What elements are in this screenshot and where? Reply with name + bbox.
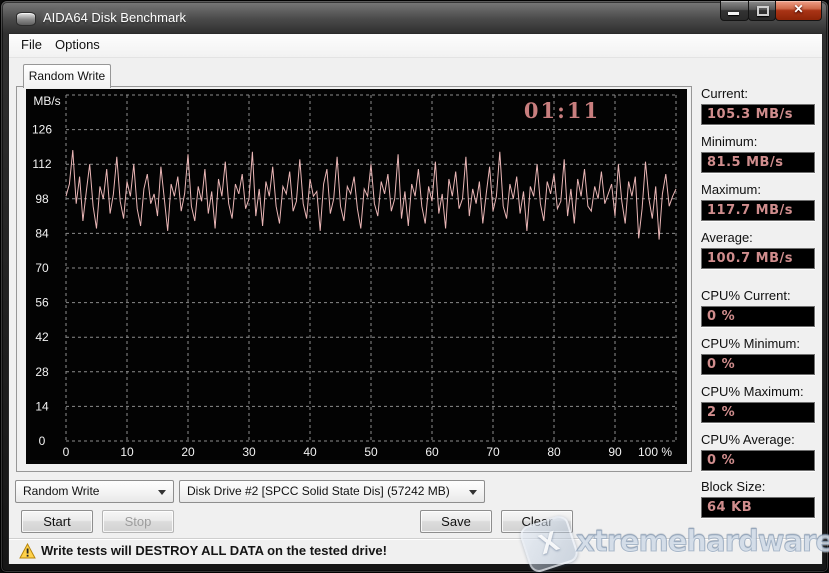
chevron-down-icon — [158, 490, 166, 495]
warning-icon — [19, 543, 36, 559]
svg-text:126: 126 — [32, 123, 52, 137]
stat-group: Minimum: 81.5 MB/s — [701, 134, 822, 173]
stat-value: 0 % — [701, 450, 815, 471]
stat-group: CPU% Maximum: 2 % — [701, 384, 822, 423]
menu-bar: File Options — [9, 34, 822, 58]
tab-random-write[interactable]: Random Write — [23, 64, 111, 88]
svg-text:90: 90 — [608, 445, 622, 459]
stat-value: 81.5 MB/s — [701, 152, 815, 173]
close-button[interactable]: ✕ — [775, 1, 822, 21]
stat-label: Current: — [701, 86, 822, 101]
svg-text:60: 60 — [425, 445, 439, 459]
svg-text:40: 40 — [303, 445, 317, 459]
close-icon: ✕ — [776, 2, 821, 16]
svg-text:0: 0 — [63, 445, 70, 459]
client-area: File Options Random Write 0 14 28 42 56 70 84 9… — [9, 34, 822, 563]
start-button[interactable]: Start — [21, 510, 93, 533]
minimize-button[interactable] — [720, 1, 749, 21]
benchmark-chart: 0 14 28 42 56 70 84 98 112 126 MB/s 0 10 20 30 40 50 60 70… — [26, 89, 687, 464]
status-bar: Write tests will DESTROY ALL DATA on the… — [9, 538, 822, 564]
stat-label: Maximum: — [701, 182, 822, 197]
minimize-icon — [728, 12, 739, 15]
drive-select[interactable]: Disk Drive #2 [SPCC Solid State Dis] (57… — [179, 480, 485, 503]
test-type-select[interactable]: Random Write — [15, 480, 174, 503]
svg-text:0: 0 — [39, 434, 46, 448]
save-button[interactable]: Save — [420, 510, 492, 533]
disk-icon — [16, 12, 36, 26]
menu-file[interactable]: File — [13, 34, 50, 56]
maximize-icon — [757, 6, 769, 16]
titlebar: AIDA64 Disk Benchmark ✕ — [1, 1, 828, 34]
stat-group: Current: 105.3 MB/s — [701, 86, 822, 125]
stat-label: Minimum: — [701, 134, 822, 149]
svg-text:50: 50 — [364, 445, 378, 459]
maximize-button[interactable] — [748, 1, 776, 21]
svg-text:MB/s: MB/s — [33, 94, 60, 108]
chart-svg: 0 14 28 42 56 70 84 98 112 126 MB/s 0 10 20 30 40 50 60 70… — [26, 89, 687, 464]
svg-text:100 %: 100 % — [638, 445, 672, 459]
stat-group: Average: 100.7 MB/s — [701, 230, 822, 269]
svg-text:70: 70 — [35, 261, 49, 275]
stat-value: 105.3 MB/s — [701, 104, 815, 125]
svg-text:30: 30 — [242, 445, 256, 459]
stat-label: Average: — [701, 230, 822, 245]
stat-value: 64 KB — [701, 497, 815, 518]
stat-group: CPU% Current: 0 % — [701, 288, 822, 327]
stat-value: 0 % — [701, 306, 815, 327]
app-window: AIDA64 Disk Benchmark ✕ File Options Ran… — [0, 0, 829, 573]
stat-group: CPU% Minimum: 0 % — [701, 336, 822, 375]
stat-label: Block Size: — [701, 479, 822, 494]
stat-label: CPU% Current: — [701, 288, 822, 303]
svg-text:56: 56 — [35, 296, 49, 310]
svg-text:84: 84 — [35, 226, 49, 240]
svg-text:70: 70 — [486, 445, 500, 459]
chevron-down-icon — [469, 490, 477, 495]
stat-label: CPU% Minimum: — [701, 336, 822, 351]
stats-panel: Current: 105.3 MB/s Minimum: 81.5 MB/s Maxim… — [701, 74, 822, 563]
stat-group: CPU% Average: 0 % — [701, 432, 822, 471]
stat-value: 117.7 MB/s — [701, 200, 815, 221]
svg-text:98: 98 — [35, 192, 49, 206]
stat-value: 0 % — [701, 354, 815, 375]
stat-value: 100.7 MB/s — [701, 248, 815, 269]
stat-label: CPU% Average: — [701, 432, 822, 447]
test-type-value: Random Write — [23, 484, 99, 498]
stat-value: 2 % — [701, 402, 815, 423]
svg-text:80: 80 — [547, 445, 561, 459]
svg-text:112: 112 — [32, 157, 51, 171]
svg-text:28: 28 — [35, 365, 49, 379]
svg-text:01:11: 01:11 — [524, 98, 600, 123]
status-warning-text: Write tests will DESTROY ALL DATA on the… — [41, 543, 387, 558]
stat-group: Block Size: 64 KB — [701, 479, 822, 518]
drive-select-value: Disk Drive #2 [SPCC Solid State Dis] (57… — [187, 484, 450, 498]
svg-text:10: 10 — [120, 445, 134, 459]
clear-button[interactable]: Clear — [501, 510, 573, 533]
svg-text:20: 20 — [181, 445, 195, 459]
svg-text:14: 14 — [35, 399, 49, 413]
menu-options[interactable]: Options — [47, 34, 108, 56]
window-title: AIDA64 Disk Benchmark — [43, 10, 186, 25]
stop-button[interactable]: Stop — [102, 510, 174, 533]
stat-group: Maximum: 117.7 MB/s — [701, 182, 822, 221]
stat-label: CPU% Maximum: — [701, 384, 822, 399]
screenshot-stage: AIDA64 Disk Benchmark ✕ File Options Ran… — [0, 0, 829, 573]
svg-text:42: 42 — [35, 330, 49, 344]
